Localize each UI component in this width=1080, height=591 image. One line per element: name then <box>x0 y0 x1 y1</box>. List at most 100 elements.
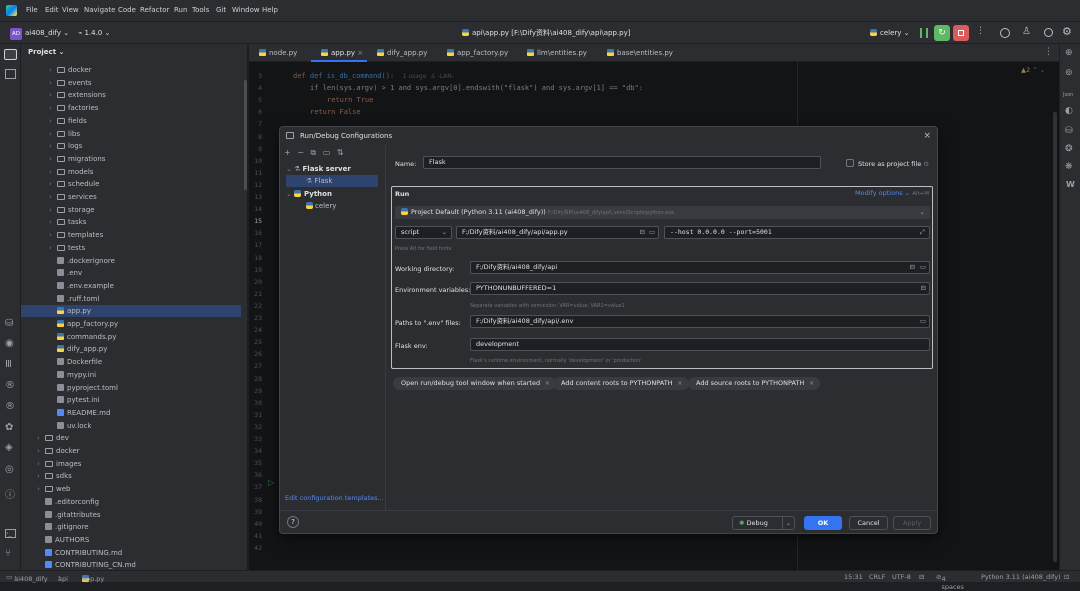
terminal-icon[interactable]: ›_ <box>5 529 16 538</box>
tree-folder[interactable]: › images <box>21 458 241 470</box>
menu-code[interactable]: Code <box>118 6 136 14</box>
menu-file[interactable]: File <box>26 6 38 14</box>
remote-tool-icon[interactable]: ® <box>5 380 15 391</box>
store-as-project-file[interactable]: Store as project file ⚙ <box>846 159 929 168</box>
search-icon[interactable] <box>1044 28 1053 37</box>
tree-file[interactable]: app_factory.py <box>21 318 241 330</box>
tabs-more-icon[interactable]: ⋮ <box>1044 47 1053 57</box>
menu-edit[interactable]: Edit <box>45 6 59 14</box>
config-item-flask[interactable]: ⚗ Flask <box>286 175 378 187</box>
tree-file[interactable]: pytest.ini <box>21 394 241 406</box>
tree-folder[interactable]: › extensions <box>21 89 241 101</box>
tree-file[interactable]: pyproject.toml <box>21 382 241 394</box>
close-icon[interactable]: × <box>357 49 363 57</box>
settings-gear-icon[interactable]: ⚙ <box>1062 25 1072 38</box>
tests-tool-icon[interactable]: Ⅲ <box>5 359 12 370</box>
config-group-flask[interactable]: ⌄ ⚗ Flask server <box>286 163 351 175</box>
tree-file[interactable]: .gitattributes <box>21 509 241 521</box>
indent-setting[interactable]: ⊘ 4 spaces <box>936 573 964 591</box>
json-tool-icon[interactable]: Json <box>1063 92 1073 98</box>
tree-folder[interactable]: › web <box>21 483 241 495</box>
flask-env-input[interactable]: development <box>470 338 930 351</box>
tree-folder[interactable]: › events <box>21 77 241 89</box>
tab-dify-app-py[interactable]: dify_app.py <box>367 44 437 62</box>
debug-button[interactable]: ✺ Debug ⌄ <box>732 516 795 530</box>
menu-tools[interactable]: Tools <box>192 6 209 14</box>
ai-chat-icon[interactable]: ⊚ <box>1065 68 1073 78</box>
dotenv-input[interactable]: F:/Dify资料/ai408_dify/api/.env ▭ <box>470 315 930 328</box>
workdir-input[interactable]: F:/Dify资料/ai408_dify/api ▭ ⊟ <box>470 261 930 274</box>
tab-app-factory-py[interactable]: app_factory.py <box>437 44 517 62</box>
tree-file[interactable]: .dockerignore <box>21 255 241 267</box>
config-item-celery[interactable]: celery <box>306 200 336 212</box>
close-icon[interactable]: × <box>923 127 931 145</box>
list-icon[interactable]: ⊟ <box>910 262 915 273</box>
tab-node-py[interactable]: node.py <box>249 44 311 62</box>
remove-chip-icon[interactable]: × <box>677 377 682 390</box>
caret-position[interactable]: 15:31 <box>844 573 863 581</box>
store-checkbox[interactable] <box>846 159 854 167</box>
interpreter-select[interactable]: Project Default (Python 3.11 (ai408_dify… <box>395 206 930 219</box>
tree-file[interactable]: .env <box>21 267 241 279</box>
add-icon[interactable]: + <box>284 148 291 157</box>
copy-icon[interactable]: ⧉ <box>311 148 317 157</box>
menu-window[interactable]: Window <box>232 6 260 14</box>
account-icon[interactable]: ♙ <box>1022 26 1031 37</box>
tree-folder[interactable]: › tests <box>21 242 241 254</box>
problems-icon[interactable]: ⓘ <box>5 486 15 501</box>
notifications-icon[interactable]: ⊕ <box>1065 48 1073 58</box>
file-encoding[interactable]: UTF-8 <box>892 573 911 581</box>
chevron-down-icon[interactable]: ⌄ <box>782 517 794 529</box>
run-config-selector[interactable]: celery ⌄ <box>870 26 910 40</box>
remove-icon[interactable]: − <box>297 148 304 157</box>
tree-file[interactable]: .ruff.toml <box>21 293 241 305</box>
menu-git[interactable]: Git <box>216 6 226 14</box>
chip-open-tool-window[interactable]: Open run/debug tool window when started × <box>393 377 557 390</box>
vcs-widget[interactable]: ⌁ 1.4.0 ⌄ <box>78 26 110 40</box>
tree-file[interactable]: CONTRIBUTING.md <box>21 547 241 559</box>
tree-file[interactable]: AUTHORS <box>21 534 241 546</box>
tree-file[interactable]: .gitignore <box>21 521 241 533</box>
tree-file[interactable]: Dockerfile <box>21 356 241 368</box>
tree-file[interactable]: .editorconfig <box>21 496 241 508</box>
more-icon[interactable]: ⋮ <box>976 26 985 36</box>
tree-file[interactable]: .env.example <box>21 280 241 292</box>
help-button[interactable]: ? <box>287 516 299 528</box>
list-icon[interactable]: ⊟ <box>640 227 645 238</box>
tree-folder[interactable]: › templates <box>21 229 241 241</box>
script-type-select[interactable]: script ⌄ <box>395 226 452 239</box>
sciview-icon[interactable]: ◐ <box>1065 106 1073 116</box>
chip-content-roots[interactable]: Add content roots to PYTHONPATH × <box>553 377 689 390</box>
git-icon[interactable]: ⑂ <box>5 548 11 559</box>
chip-source-roots[interactable]: Add source roots to PYTHONPATH × <box>688 377 821 390</box>
browse-folder-icon[interactable]: ▭ <box>920 262 926 273</box>
tree-folder[interactable]: › storage <box>21 204 241 216</box>
sort-icon[interactable]: ⇅ <box>337 148 344 157</box>
project-switcher[interactable]: AD ai408_dify ⌄ <box>10 26 69 40</box>
remove-chip-icon[interactable]: × <box>545 377 550 390</box>
tab-app-py[interactable]: app.py × <box>311 44 367 62</box>
project-panel-header[interactable]: Project ⌄ <box>28 48 64 56</box>
tree-file[interactable]: commands.py <box>21 331 241 343</box>
edit-templates-link[interactable]: Edit configuration templates... <box>285 494 384 502</box>
tree-folder[interactable]: › fields <box>21 115 241 127</box>
browse-folder-icon[interactable]: ▭ <box>649 227 655 238</box>
menu-run[interactable]: Run <box>174 6 187 14</box>
menu-view[interactable]: View <box>62 6 79 14</box>
name-input[interactable]: Flask <box>423 156 821 169</box>
rerun-button[interactable]: ↻ <box>934 25 950 41</box>
tab-llm-entities-py[interactable]: llm\entities.py <box>517 44 597 62</box>
tree-folder[interactable]: › libs <box>21 128 241 140</box>
tree-folder[interactable]: › schedule <box>21 178 241 190</box>
python-console-icon[interactable]: ◎ <box>5 464 14 475</box>
cancel-button[interactable]: Cancel <box>849 516 888 530</box>
line-separator[interactable]: CRLF <box>869 573 885 581</box>
menu-refactor[interactable]: Refactor <box>140 6 169 14</box>
tab-base-entities-py[interactable]: base\entities.py <box>597 44 687 62</box>
pause-icon[interactable] <box>920 28 928 38</box>
copilot-icon[interactable]: ❂ <box>1065 144 1073 154</box>
tree-file[interactable]: uv.lock <box>21 420 241 432</box>
menu-help[interactable]: Help <box>262 6 278 14</box>
database-tool-icon[interactable]: ◉ <box>5 338 14 349</box>
python-packages-icon[interactable]: ◈ <box>5 442 13 453</box>
